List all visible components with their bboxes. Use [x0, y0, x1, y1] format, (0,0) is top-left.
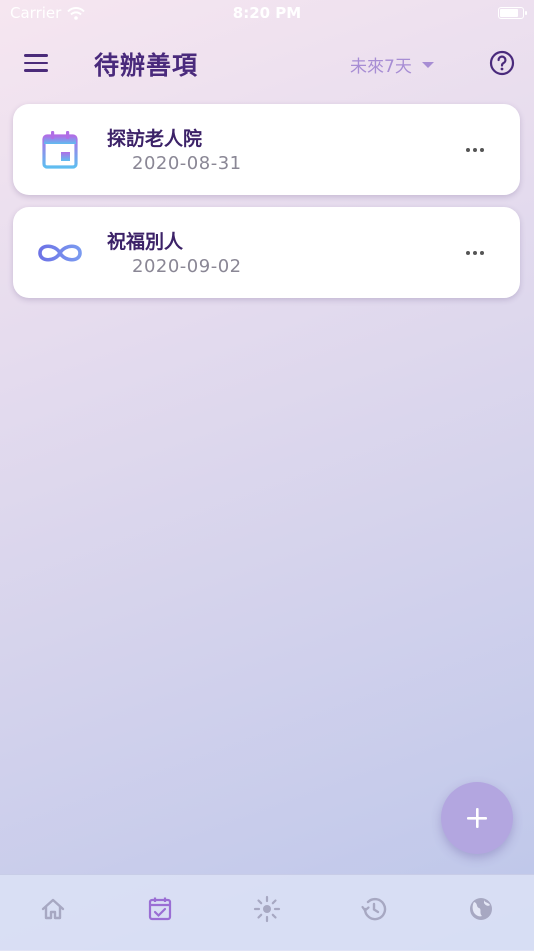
range-dropdown[interactable]: 未來7天 — [350, 52, 434, 77]
tab-globe[interactable] — [427, 875, 534, 951]
question-circle-icon[interactable] — [489, 50, 515, 76]
page-title: 待辦善項 — [94, 51, 199, 80]
add-task-button[interactable] — [441, 782, 513, 854]
plus-icon — [467, 808, 487, 828]
globe-icon — [469, 898, 492, 920]
sun-icon — [253, 895, 281, 923]
app-bar: 待辦善項 未來7天 — [0, 38, 534, 88]
task-title: 探訪老人院 — [107, 128, 203, 150]
tab-todo[interactable] — [107, 875, 214, 951]
caret-down-icon — [421, 61, 434, 68]
range-label: 未來7天 — [350, 57, 412, 77]
task-date: 2020-08-31 — [132, 153, 242, 174]
tab-history[interactable] — [320, 875, 427, 951]
home-icon — [42, 898, 65, 920]
more-options-icon[interactable] — [460, 243, 490, 263]
calendar-check-icon — [149, 897, 172, 921]
history-icon — [361, 897, 386, 921]
hamburger-menu-icon[interactable] — [20, 48, 52, 78]
tab-sun[interactable] — [214, 875, 321, 951]
bottom-tab-bar — [0, 874, 534, 951]
status-bar: Carrier 8:20 PM — [0, 0, 534, 28]
infinity-icon — [35, 233, 85, 273]
task-card[interactable]: 探訪老人院 2020-08-31 — [13, 104, 520, 195]
calendar-icon — [35, 130, 85, 170]
battery-icon — [498, 7, 527, 19]
task-date: 2020-09-02 — [132, 256, 242, 277]
more-options-icon[interactable] — [460, 140, 490, 160]
status-time: 8:20 PM — [232, 4, 302, 22]
task-card[interactable]: 祝福別人 2020-09-02 — [13, 207, 520, 298]
task-title: 祝福別人 — [107, 231, 184, 253]
tab-home[interactable] — [0, 875, 107, 951]
